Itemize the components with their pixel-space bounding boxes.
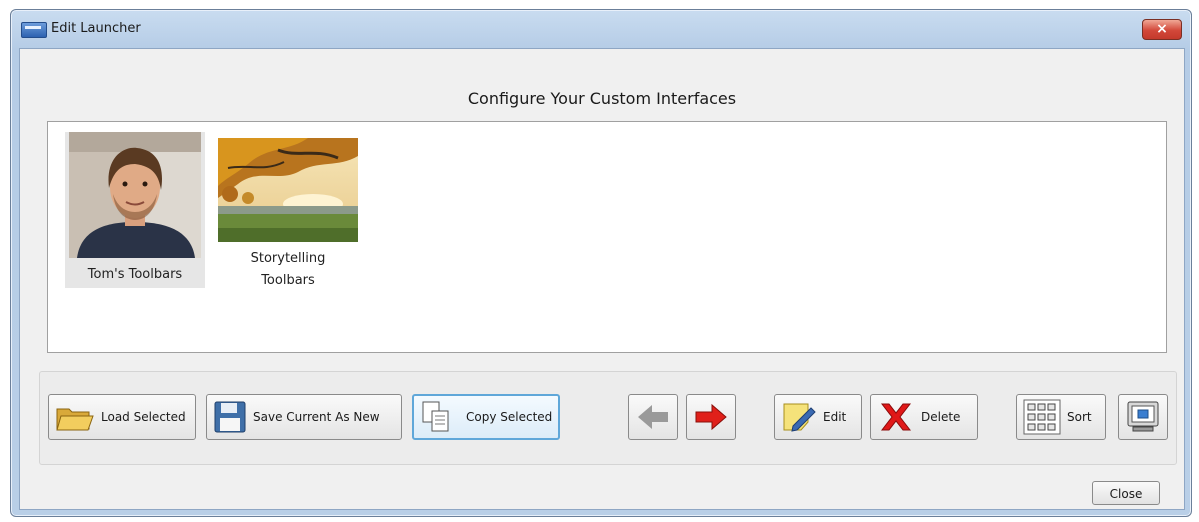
interface-label-line1: Storytelling bbox=[250, 251, 326, 266]
load-selected-button[interactable]: Load Selected bbox=[48, 394, 196, 440]
edit-button[interactable]: Edit bbox=[774, 394, 862, 440]
load-selected-label: Load Selected bbox=[101, 410, 186, 424]
monitor-icon bbox=[1127, 401, 1159, 432]
portrait-thumbnail bbox=[69, 132, 201, 258]
sort-button[interactable]: Sort bbox=[1016, 394, 1106, 440]
pencil-note-icon bbox=[783, 403, 816, 432]
landscape-thumbnail bbox=[218, 138, 358, 242]
interfaces-gallery[interactable]: Tom's Toolbars Storytelling Toolbars bbox=[47, 121, 1167, 353]
sort-label: Sort bbox=[1067, 410, 1092, 424]
close-button[interactable]: Close bbox=[1092, 481, 1160, 505]
copy-selected-label: Copy Selected bbox=[466, 410, 553, 424]
save-current-as-new-label: Save Current As New bbox=[253, 410, 380, 424]
title-bar[interactable]: Edit Launcher × bbox=[11, 10, 1191, 48]
grid-icon bbox=[1023, 399, 1061, 435]
floppy-disk-icon bbox=[214, 401, 246, 433]
edit-label: Edit bbox=[823, 410, 847, 424]
edit-launcher-window: Edit Launcher × Configure Your Custom In… bbox=[10, 9, 1192, 517]
app-icon bbox=[21, 22, 47, 38]
interface-label: Tom's Toolbars bbox=[87, 267, 183, 282]
window-title: Edit Launcher bbox=[51, 21, 141, 36]
folder-open-icon bbox=[56, 408, 94, 431]
dialog-body: Configure Your Custom Interfaces Tom's T… bbox=[19, 48, 1185, 510]
red-x-icon bbox=[880, 403, 912, 431]
move-right-button[interactable] bbox=[686, 394, 736, 440]
copy-selected-button[interactable]: Copy Selected bbox=[412, 394, 560, 440]
interface-label-line2: Toolbars bbox=[261, 273, 315, 288]
copy-documents-icon bbox=[422, 401, 449, 432]
move-left-button[interactable] bbox=[628, 394, 678, 440]
interface-label-wrap: Storytelling Toolbars bbox=[218, 248, 358, 292]
delete-button[interactable]: Delete bbox=[870, 394, 978, 440]
window-close-button[interactable]: × bbox=[1142, 19, 1182, 40]
interface-tile-storytelling-toolbars[interactable]: Storytelling Toolbars bbox=[218, 138, 358, 314]
arrow-left-icon bbox=[638, 405, 668, 429]
dialog-heading: Configure Your Custom Interfaces bbox=[467, 89, 737, 108]
view-mode-button[interactable] bbox=[1118, 394, 1168, 440]
delete-label: Delete bbox=[921, 410, 961, 424]
save-current-as-new-button[interactable]: Save Current As New bbox=[206, 394, 402, 440]
launcher-toolbar: Load Selected Save Current As New Copy S… bbox=[39, 371, 1177, 465]
arrow-right-icon bbox=[695, 403, 727, 431]
interface-tile-toms-toolbars[interactable]: Tom's Toolbars bbox=[65, 132, 205, 288]
